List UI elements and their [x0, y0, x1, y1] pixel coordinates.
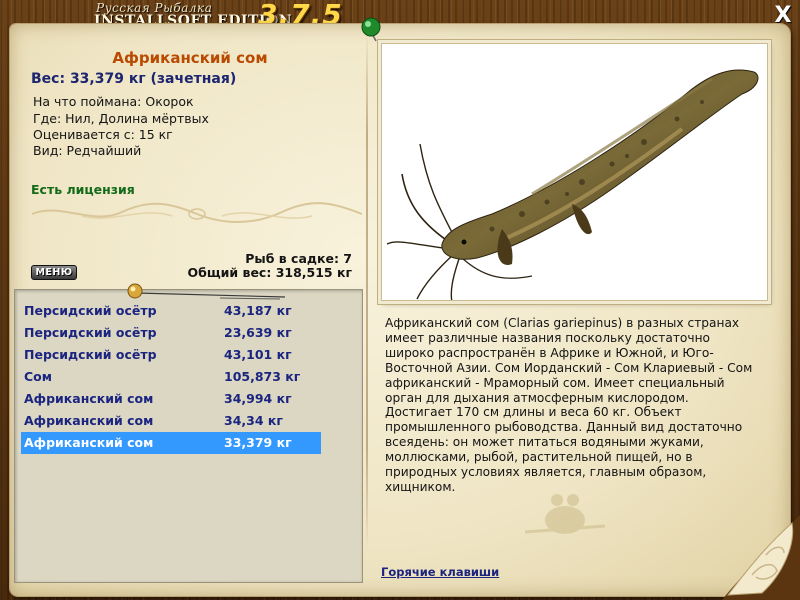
catch-row[interactable]: Персидский осётр 43,187 кг [21, 300, 321, 322]
catch-row[interactable]: Африканский сом 34,34 кг [21, 410, 321, 432]
green-pin-icon [361, 17, 381, 42]
hotkeys-link[interactable]: Горячие клавиши [381, 565, 499, 579]
catch-fish-name: Африканский сом [24, 391, 154, 406]
catch-row[interactable]: Персидский осётр 23,639 кг [21, 322, 321, 344]
catch-fish-name: Африканский сом [24, 413, 154, 428]
menu-button[interactable]: МЕНЮ [31, 265, 77, 280]
catch-row[interactable]: Сом 105,873 кг [21, 366, 321, 388]
bait-info: На что поймана: Окорок [33, 94, 194, 109]
catch-fish-weight: 33,379 кг [224, 435, 292, 450]
rarity-info: Вид: Редчайший [33, 143, 142, 158]
valuation-info: Оценивается с: 15 кг [33, 127, 173, 142]
catch-row[interactable]: Африканский сом 33,379 кг [21, 432, 321, 454]
fish-weight: Вес: 33,379 кг (зачетная) [31, 71, 237, 87]
column-divider [366, 30, 368, 550]
catch-row[interactable]: Персидский осётр 43,101 кг [21, 344, 321, 366]
catch-fish-name: Персидский осётр [24, 347, 157, 362]
catch-fish-weight: 43,101 кг [224, 347, 292, 362]
catch-fish-weight: 43,187 кг [224, 303, 292, 318]
place-info: Где: Нил, Долина мёртвых [33, 111, 209, 126]
fish-description: Африканский сом (Clarias gariepinus) в р… [385, 316, 753, 494]
fish-name: Африканский сом [112, 49, 268, 67]
ornament-divider [31, 202, 363, 223]
catch-fish-weight: 23,639 кг [224, 325, 292, 340]
catch-fish-name: Персидский осётр [24, 303, 157, 318]
fish-count-in-cage: Рыб в садке: 7 [245, 251, 352, 266]
catch-fish-name: Персидский осётр [24, 325, 157, 340]
license-status: Есть лицензия [31, 182, 135, 197]
fishing-logo-watermark [525, 494, 605, 534]
catfish-image [381, 43, 768, 301]
catch-fish-name: Сом [24, 369, 52, 384]
catch-fish-weight: 34,994 кг [224, 391, 292, 406]
cage-total-weight: Общий вес: 318,515 кг [187, 265, 353, 280]
catch-fish-weight: 34,34 кг [224, 413, 283, 428]
gold-pin-icon [127, 283, 143, 299]
page-curl-ornament [722, 515, 800, 600]
catch-fish-name: Африканский сом [24, 435, 154, 450]
catch-row[interactable]: Африканский сом 34,994 кг [21, 388, 321, 410]
catch-fish-weight: 105,873 кг [224, 369, 301, 384]
